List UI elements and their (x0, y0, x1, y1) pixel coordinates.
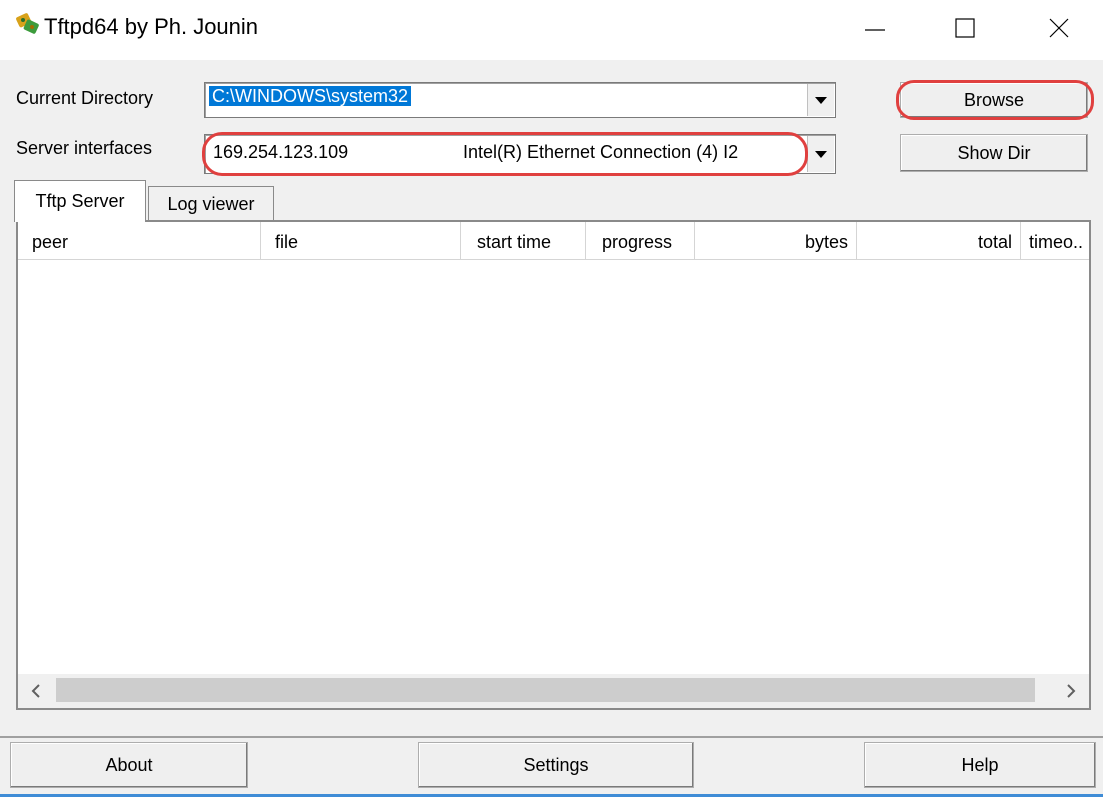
column-file[interactable]: file (261, 222, 461, 259)
column-progress[interactable]: progress (586, 222, 695, 259)
chevron-left-icon (31, 684, 40, 698)
current-directory-combo[interactable]: C:\WINDOWS\system32 (204, 82, 836, 118)
chevron-down-icon (815, 97, 827, 104)
chevron-right-icon (1067, 684, 1076, 698)
close-button[interactable] (1030, 0, 1088, 56)
server-interfaces-combo[interactable]: 169.254.123.109 Intel(R) Ethernet Connec… (204, 134, 836, 174)
chevron-down-icon (815, 151, 827, 158)
tftpd-app-icon (16, 13, 39, 34)
browse-button[interactable]: Browse (900, 82, 1088, 118)
scrollbar-thumb[interactable] (56, 678, 1035, 702)
horizontal-scrollbar[interactable] (18, 674, 1089, 708)
show-dir-button[interactable]: Show Dir (900, 134, 1088, 172)
minimize-button[interactable] (846, 0, 904, 56)
server-interfaces-dropdown-button[interactable] (807, 136, 834, 172)
column-total[interactable]: total (857, 222, 1021, 259)
column-timeout[interactable]: timeo.. (1021, 222, 1089, 259)
column-bytes[interactable]: bytes (695, 222, 857, 259)
transfer-list[interactable]: peer file start time progress bytes tota… (16, 220, 1091, 710)
current-directory-value: C:\WINDOWS\system32 (209, 86, 412, 106)
about-button[interactable]: About (10, 742, 248, 788)
window-title: Tftpd64 by Ph. Jounin (44, 14, 259, 39)
maximize-button[interactable] (936, 0, 994, 56)
title-bar: Tftpd64 by Ph. Jounin (0, 0, 1103, 60)
help-button[interactable]: Help (864, 742, 1096, 788)
server-interface-ip: 169.254.123.109 (213, 142, 349, 162)
close-icon (1049, 18, 1069, 38)
scroll-left-button[interactable] (20, 674, 52, 708)
server-interface-adapter: Intel(R) Ethernet Connection (4) I2 (463, 142, 739, 162)
settings-button[interactable]: Settings (418, 742, 694, 788)
scroll-right-button[interactable] (1055, 674, 1087, 708)
tab-tftp-server[interactable]: Tftp Server (14, 180, 146, 222)
minimize-icon (865, 29, 885, 31)
column-peer[interactable]: peer (18, 222, 261, 259)
current-directory-label: Current Directory (16, 88, 154, 108)
server-interfaces-label: Server interfaces (16, 138, 153, 158)
current-directory-dropdown-button[interactable] (807, 84, 834, 116)
column-start-time[interactable]: start time (461, 222, 586, 259)
tab-log-viewer[interactable]: Log viewer (148, 186, 274, 222)
divider (0, 736, 1103, 738)
maximize-icon (955, 18, 975, 38)
transfer-list-header: peer file start time progress bytes tota… (18, 222, 1089, 260)
